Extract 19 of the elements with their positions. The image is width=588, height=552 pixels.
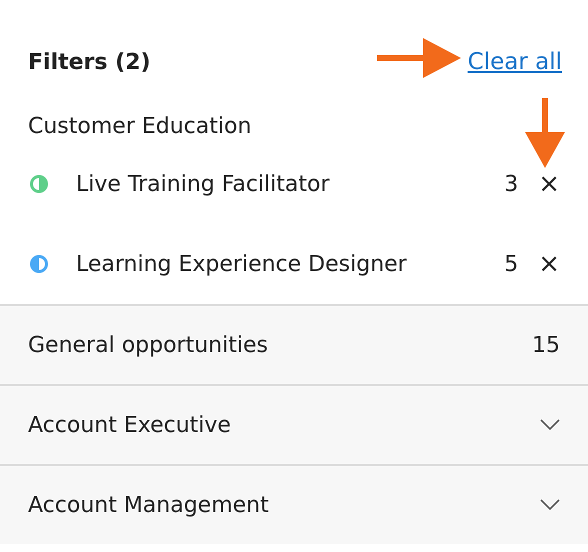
filter-label: Learning Experience Designer: [76, 252, 408, 276]
remove-filter-button[interactable]: ×: [538, 251, 560, 277]
remove-filter-button[interactable]: ×: [538, 171, 560, 197]
section-count: 15: [532, 332, 560, 358]
chevron-down-icon: [540, 419, 560, 431]
filter-section[interactable]: Account Management: [0, 464, 588, 544]
filters-title: Filters (2): [28, 50, 151, 74]
filter-section[interactable]: Account Executive: [0, 384, 588, 464]
section-label: Account Management: [28, 492, 269, 518]
group-title: Customer Education: [28, 114, 252, 141]
clear-all-link[interactable]: Clear all: [468, 49, 562, 75]
section-label: Account Executive: [28, 412, 231, 438]
chevron-down-icon: [540, 499, 560, 511]
section-label: General opportunities: [28, 332, 268, 358]
filter-section[interactable]: General opportunities 15: [0, 304, 588, 384]
filter-label: Live Training Facilitator: [76, 172, 331, 196]
filter-count: 3: [504, 172, 518, 196]
arrow-annotation: [525, 98, 565, 168]
filter-count: 5: [504, 252, 518, 276]
